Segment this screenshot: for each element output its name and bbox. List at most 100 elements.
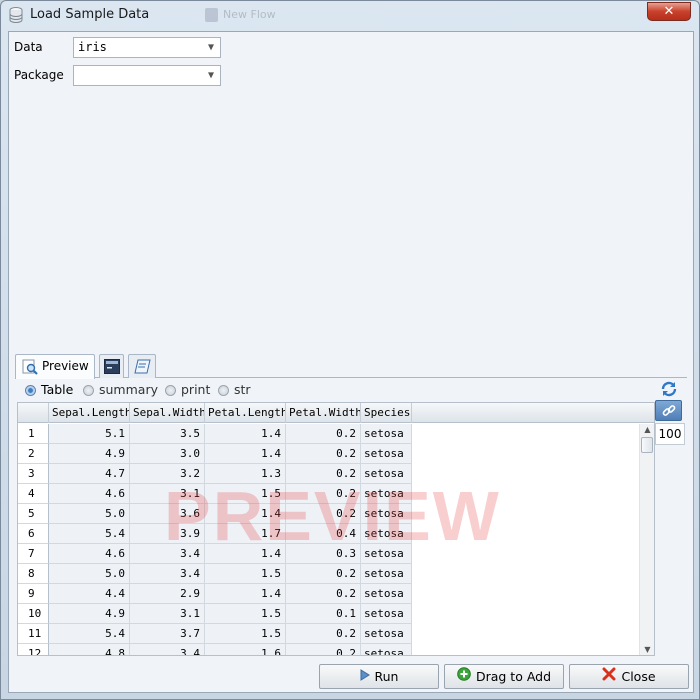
run-triangle-icon — [360, 665, 370, 688]
table-body: 1 5.1 3.5 1.4 0.2 setosa 2 4.9 3.0 1.4 0.2 setosa 3 4… — [18, 424, 654, 655]
table-cell: 4.6 — [49, 544, 130, 564]
table-cell: setosa — [361, 504, 412, 524]
dialog-content: Data iris ▼ Package ▼ Preview Table summ… — [8, 31, 694, 693]
title-bar[interactable]: Load Sample Data New Flow ✕ — [1, 1, 699, 29]
table-cell: 0.2 — [286, 484, 361, 504]
table-cell: 5.1 — [49, 424, 130, 444]
table-cell: 3.9 — [130, 524, 205, 544]
scrollbar-thumb[interactable] — [641, 437, 653, 453]
row-index-cell: 7 — [18, 544, 49, 564]
limit-link-button[interactable] — [655, 400, 682, 421]
table-row[interactable]: 2 4.9 3.0 1.4 0.2 setosa — [18, 444, 654, 464]
row-index-cell: 3 — [18, 464, 49, 484]
table-cell: 0.2 — [286, 564, 361, 584]
table-row[interactable]: 12 4.8 3.4 1.6 0.2 setosa — [18, 644, 654, 655]
row-index-cell: 12 — [18, 644, 49, 655]
data-select[interactable]: iris ▼ — [73, 37, 221, 58]
table-row[interactable]: 9 4.4 2.9 1.4 0.2 setosa — [18, 584, 654, 604]
close-button-label: Close — [621, 669, 656, 684]
chevron-down-icon: ▼ — [207, 42, 215, 53]
column-header[interactable]: Petal.Width — [286, 403, 361, 423]
scroll-down-icon[interactable]: ▼ — [640, 644, 654, 655]
row-index-cell: 2 — [18, 444, 49, 464]
table-cell: 4.6 — [49, 484, 130, 504]
table-cell: setosa — [361, 464, 412, 484]
table-cell: 3.5 — [130, 424, 205, 444]
table-cell: 3.7 — [130, 624, 205, 644]
table-header: Sepal.Length Sepal.Width Petal.Length Pe… — [18, 403, 654, 423]
view-mode-print-label: print — [181, 382, 211, 397]
data-select-value: iris — [78, 40, 107, 54]
column-header[interactable]: Species — [361, 403, 412, 423]
table-cell: 1.7 — [205, 524, 286, 544]
table-row[interactable]: 1 5.1 3.5 1.4 0.2 setosa — [18, 424, 654, 444]
background-window-tab: New Flow — [201, 5, 311, 25]
table-cell: 4.9 — [49, 604, 130, 624]
preview-magnifier-icon — [22, 359, 38, 378]
database-icon — [9, 7, 23, 23]
refresh-icon[interactable] — [660, 380, 678, 398]
run-button[interactable]: Run — [319, 664, 439, 689]
table-cell: 1.3 — [205, 464, 286, 484]
add-circle-icon — [457, 665, 471, 688]
table-cell: 0.3 — [286, 544, 361, 564]
table-cell: 4.8 — [49, 644, 130, 655]
close-icon: ✕ — [663, 4, 675, 19]
table-cell: setosa — [361, 484, 412, 504]
table-cell: 0.1 — [286, 604, 361, 624]
drag-to-add-button-label: Drag to Add — [475, 669, 552, 684]
column-header-index — [18, 403, 49, 423]
column-header[interactable]: Sepal.Width — [130, 403, 205, 423]
close-button[interactable]: Close — [569, 664, 689, 689]
row-index-cell: 6 — [18, 524, 49, 544]
table-cell: 3.6 — [130, 504, 205, 524]
tab-script[interactable] — [128, 354, 156, 378]
table-row[interactable]: 5 5.0 3.6 1.4 0.2 setosa — [18, 504, 654, 524]
table-cell: 0.4 — [286, 524, 361, 544]
table-cell: 4.9 — [49, 444, 130, 464]
table-row[interactable]: 4 4.6 3.1 1.5 0.2 setosa — [18, 484, 654, 504]
preview-table[interactable]: Sepal.Length Sepal.Width Petal.Length Pe… — [17, 402, 655, 656]
table-row[interactable]: 6 5.4 3.9 1.7 0.4 setosa — [18, 524, 654, 544]
table-cell: 1.4 — [205, 424, 286, 444]
row-index-cell: 1 — [18, 424, 49, 444]
table-cell: setosa — [361, 584, 412, 604]
table-row[interactable]: 3 4.7 3.2 1.3 0.2 setosa — [18, 464, 654, 484]
table-vertical-scrollbar[interactable]: ▲ ▼ — [639, 424, 654, 655]
table-cell: setosa — [361, 604, 412, 624]
table-cell: 1.4 — [205, 444, 286, 464]
table-cell: 3.4 — [130, 544, 205, 564]
radio-unselected-icon — [218, 385, 229, 396]
table-row[interactable]: 7 4.6 3.4 1.4 0.3 setosa — [18, 544, 654, 564]
table-cell: 0.2 — [286, 464, 361, 484]
table-cell: setosa — [361, 564, 412, 584]
package-select[interactable]: ▼ — [73, 65, 221, 86]
row-index-cell: 10 — [18, 604, 49, 624]
radio-unselected-icon — [165, 385, 176, 396]
table-cell: setosa — [361, 524, 412, 544]
drag-to-add-button[interactable]: Drag to Add — [444, 664, 564, 689]
table-row[interactable]: 11 5.4 3.7 1.5 0.2 setosa — [18, 624, 654, 644]
table-cell: setosa — [361, 544, 412, 564]
window-title: Load Sample Data — [30, 7, 150, 22]
table-cell: 1.4 — [205, 544, 286, 564]
table-cell: 1.4 — [205, 504, 286, 524]
radio-unselected-icon — [83, 385, 94, 396]
column-header[interactable]: Sepal.Length — [49, 403, 130, 423]
console-icon — [104, 359, 120, 377]
table-row[interactable]: 10 4.9 3.1 1.5 0.1 setosa — [18, 604, 654, 624]
table-cell: 0.2 — [286, 584, 361, 604]
row-index-cell: 5 — [18, 504, 49, 524]
row-limit-field[interactable]: 100 — [655, 423, 685, 445]
row-index-cell: 11 — [18, 624, 49, 644]
tab-preview[interactable]: Preview — [15, 354, 95, 379]
window-close-button[interactable]: ✕ — [647, 2, 691, 21]
column-header[interactable]: Petal.Length — [205, 403, 286, 423]
table-row[interactable]: 8 5.0 3.4 1.5 0.2 setosa — [18, 564, 654, 584]
table-cell: 3.1 — [130, 604, 205, 624]
view-mode-table-label: Table — [41, 382, 74, 397]
table-cell: 0.2 — [286, 644, 361, 655]
scroll-up-icon[interactable]: ▲ — [640, 424, 654, 436]
tab-console[interactable] — [99, 354, 124, 378]
table-cell: 3.1 — [130, 484, 205, 504]
